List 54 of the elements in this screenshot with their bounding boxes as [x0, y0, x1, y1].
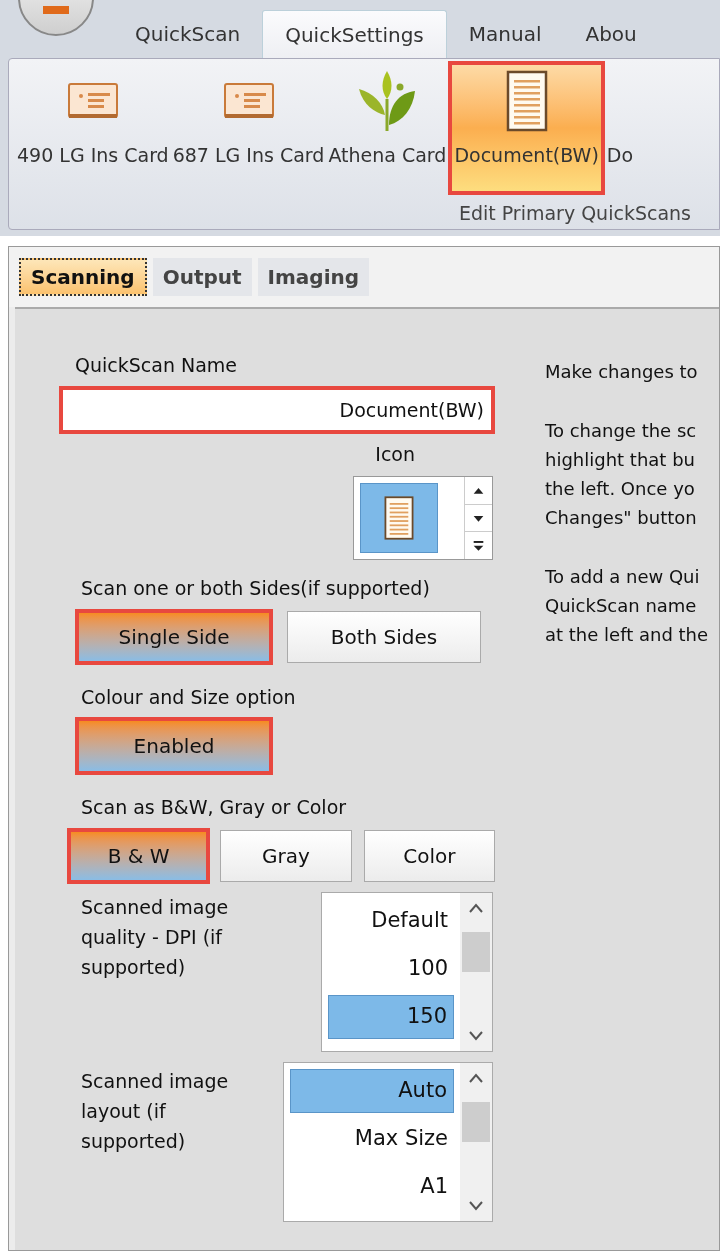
scrollbar[interactable]	[460, 1062, 492, 1221]
ribbon-tab[interactable]: Manual	[446, 10, 564, 58]
ribbon-button[interactable]: Document(BW)	[450, 63, 603, 193]
scrollbar[interactable]	[460, 892, 492, 1051]
settings-tab[interactable]: Scanning	[19, 258, 147, 296]
list-item[interactable]: A1	[290, 1164, 454, 1209]
ribbon-tab[interactable]: Abou	[563, 10, 659, 58]
card-icon	[223, 83, 274, 119]
app-logo-icon	[43, 6, 69, 14]
list-item[interactable]: 150	[328, 994, 454, 1039]
field-label: Scanned image quality - DPI (if supported)	[81, 894, 230, 980]
settings-tab[interactable]: Output	[152, 258, 252, 296]
chevron-down-icon[interactable]	[469, 1030, 483, 1041]
ribbon-button[interactable]: 490 LG Ins Card	[17, 63, 169, 193]
field-label: Scan one or both Sides(if supported)	[81, 576, 431, 601]
scrollbar-thumb[interactable]	[462, 1101, 490, 1142]
list-item[interactable]: Max Size	[290, 1116, 454, 1161]
chevron-down-icon[interactable]	[469, 1200, 483, 1211]
ribbon-tab[interactable]: QuickSettings	[262, 10, 447, 58]
ribbon-button[interactable]: Athena Card	[328, 63, 447, 193]
help-text: To add a new Qui QuickScan name at the left and the	[545, 565, 710, 647]
name-field[interactable]: Document(BW)	[61, 387, 493, 432]
list-box[interactable]: Default 100 150	[321, 891, 493, 1052]
option-button[interactable]: Gray	[220, 829, 352, 882]
help-text: To change the sc highlight that bu the left. Once yo Changes" button	[545, 419, 698, 530]
field-label: Icon	[375, 441, 415, 467]
list-box[interactable]: Auto Max Size A1	[283, 1061, 493, 1222]
option-button[interactable]: Single Side	[77, 610, 271, 663]
scrollbar-thumb[interactable]	[462, 931, 490, 972]
ribbon-tab[interactable]: QuickScan	[113, 10, 263, 58]
enabled-button[interactable]: Enabled	[77, 719, 271, 773]
chevron-up-icon[interactable]	[469, 1072, 483, 1083]
settings-tab[interactable]: Imaging	[257, 258, 370, 296]
ribbon-button[interactable]: 687 LG Ins Card	[172, 63, 325, 193]
option-button[interactable]: B & W	[69, 829, 209, 882]
option-button[interactable]: Both Sides	[287, 610, 481, 663]
card-icon	[67, 83, 118, 119]
document-icon	[384, 495, 414, 541]
field-label: Scan as B&W, Gray or Color	[81, 795, 348, 820]
ribbon-button[interactable]: Do	[606, 63, 634, 193]
list-item[interactable]: Auto	[290, 1068, 454, 1113]
field-label: QuickScan Name	[75, 353, 238, 378]
document-icon	[505, 70, 548, 132]
list-item[interactable]: 100	[328, 946, 454, 991]
plant-icon	[357, 69, 418, 133]
icon-preview[interactable]	[360, 483, 438, 553]
field-label: Colour and Size option	[81, 684, 297, 710]
list-item[interactable]: Default	[328, 898, 454, 943]
ribbon-group-label: Edit Primary QuickScans	[458, 200, 691, 226]
chevron-up-icon[interactable]	[469, 902, 483, 913]
help-text: Make changes to	[545, 360, 699, 384]
icon-picker[interactable]	[353, 476, 493, 560]
field-label: Scanned image layout (if supported)	[81, 1068, 230, 1154]
option-button[interactable]: Color	[363, 829, 495, 882]
